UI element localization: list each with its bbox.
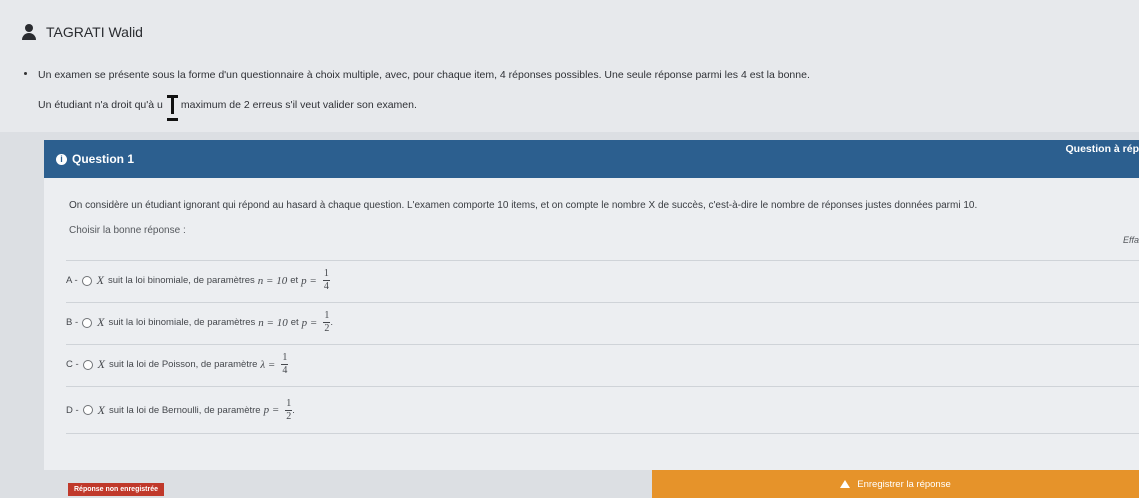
option-mid: et bbox=[290, 317, 299, 328]
option-letter: D - bbox=[66, 404, 79, 416]
bullet-dot-icon bbox=[24, 72, 27, 75]
equation-2: p = bbox=[301, 316, 318, 329]
option-mid: et bbox=[290, 275, 299, 286]
option-text: suit la loi de Bernoulli, de paramètre bbox=[109, 404, 261, 416]
variable: X bbox=[97, 402, 106, 417]
variable: X bbox=[97, 315, 105, 329]
user-icon bbox=[22, 24, 36, 40]
option-a[interactable]: A - X suit la loi binomiale, de paramètr… bbox=[66, 260, 1139, 300]
fraction: 14 bbox=[322, 268, 330, 292]
option-d[interactable]: D - X suit la loi de Bernoulli, de param… bbox=[66, 386, 1139, 434]
not-saved-badge: Réponse non enregistrée bbox=[68, 483, 165, 496]
radio-button[interactable] bbox=[82, 359, 93, 370]
question-header: i Question 1 Question à rép bbox=[44, 140, 1139, 178]
variable: X bbox=[96, 273, 104, 287]
radio-button[interactable] bbox=[81, 275, 92, 286]
save-answer-button[interactable]: Enregistrer la réponse bbox=[652, 470, 1139, 498]
option-tail: . bbox=[330, 317, 333, 328]
equation-1: λ = bbox=[260, 358, 276, 371]
info-icon: i bbox=[56, 153, 67, 165]
intro-line-2-start: Un étudiant n'a droit qu'à u bbox=[38, 99, 163, 111]
variable: X bbox=[97, 357, 106, 371]
question-title: i Question 1 bbox=[56, 152, 134, 166]
fraction: 14 bbox=[281, 352, 289, 376]
user-name: TAGRATI Walid bbox=[46, 24, 143, 40]
equation-1: n = 10 bbox=[257, 274, 288, 287]
equation-1: p = bbox=[263, 404, 280, 416]
option-b[interactable]: B - X suit la loi binomiale, de paramètr… bbox=[66, 302, 1139, 342]
option-text: suit la loi de Poisson, de paramètre bbox=[109, 359, 258, 370]
question-body: On considère un étudiant ignorant qui ré… bbox=[44, 178, 1139, 470]
top-panel: TAGRATI Walid Un examen se présente sous… bbox=[0, 0, 1139, 132]
upload-icon bbox=[840, 480, 851, 488]
option-letter: A - bbox=[66, 275, 78, 286]
user-info: TAGRATI Walid bbox=[22, 24, 143, 40]
intro-line-2-end: maximum de 2 erreus s'il veut valider so… bbox=[180, 99, 417, 111]
option-tail: . bbox=[292, 404, 295, 416]
fraction: 12 bbox=[285, 397, 293, 422]
question-type-label: Question à rép bbox=[1065, 143, 1139, 155]
option-text: suit la loi binomiale, de paramètres bbox=[108, 317, 256, 328]
question-statement: On considère un étudiant ignorant qui ré… bbox=[69, 200, 978, 211]
option-letter: B - bbox=[66, 317, 79, 328]
text-cursor-icon bbox=[165, 95, 179, 121]
equation-1: n = 10 bbox=[258, 316, 288, 329]
save-answer-label: Enregistrer la réponse bbox=[857, 478, 951, 490]
intro-line-1: Un examen se présente sous la forme d'un… bbox=[38, 69, 810, 81]
question-title-text: Question 1 bbox=[72, 152, 135, 166]
choose-label: Choisir la bonne réponse : bbox=[69, 225, 186, 236]
equation-2: p = bbox=[301, 274, 317, 287]
radio-button[interactable] bbox=[82, 317, 93, 328]
option-text: suit la loi binomiale, de paramètres bbox=[107, 275, 255, 286]
option-c[interactable]: C - X suit la loi de Poisson, de paramèt… bbox=[66, 344, 1139, 384]
radio-button[interactable] bbox=[82, 405, 93, 415]
intro-line-2: Un étudiant n'a droit qu'à u maximum de … bbox=[38, 95, 417, 121]
option-letter: C - bbox=[66, 359, 79, 370]
fraction: 12 bbox=[323, 310, 331, 334]
clear-choice-link[interactable]: Effa bbox=[1123, 235, 1139, 245]
